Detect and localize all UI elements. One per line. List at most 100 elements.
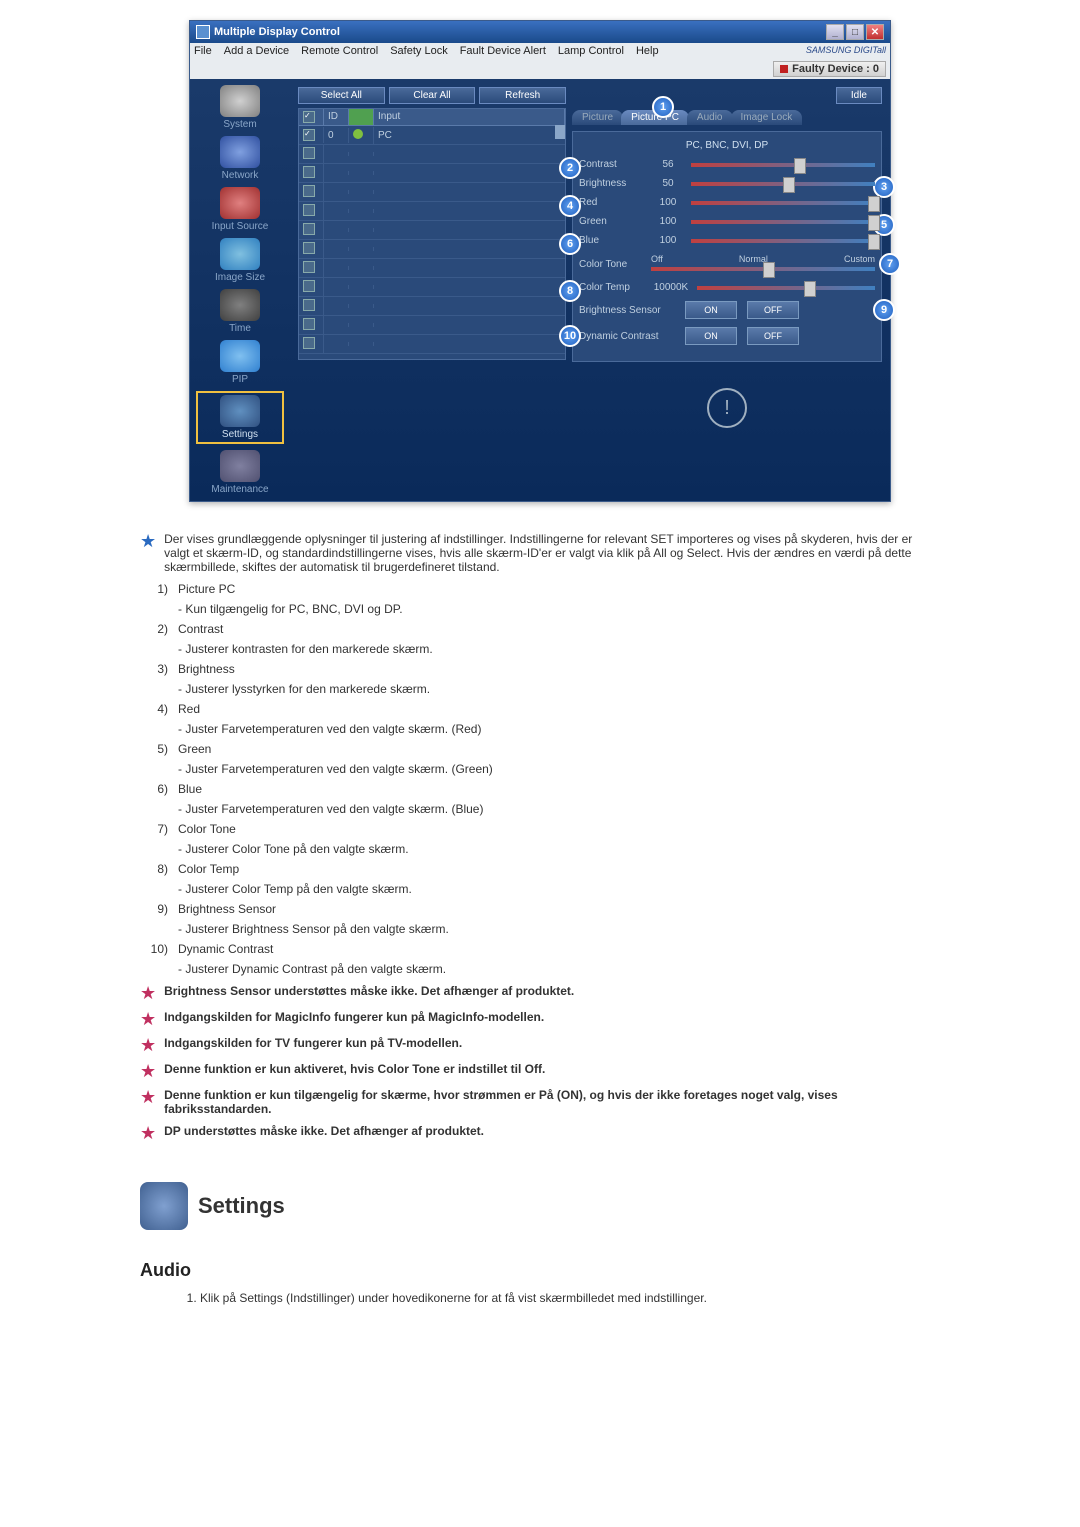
callout-6: 6: [559, 233, 581, 255]
menu-safety-lock[interactable]: Safety Lock: [390, 45, 447, 57]
slider-color-tone[interactable]: [651, 264, 875, 274]
center-panel: Select All Clear All Refresh ID Input: [290, 79, 890, 501]
clear-all-button[interactable]: Clear All: [389, 87, 476, 104]
dynamic-contrast-on-button[interactable]: ON: [685, 327, 737, 345]
row-checkbox[interactable]: [303, 129, 315, 141]
row-checkbox[interactable]: [303, 337, 315, 349]
table-row[interactable]: [299, 202, 565, 221]
star-icon: ★: [140, 1036, 156, 1054]
list-title: Green: [178, 742, 940, 756]
tab-audio[interactable]: Audio: [687, 110, 733, 125]
menu-fault-device-alert[interactable]: Fault Device Alert: [460, 45, 546, 57]
value-blue: 100: [651, 235, 685, 246]
menu-lamp-control[interactable]: Lamp Control: [558, 45, 624, 57]
slider-blue[interactable]: [691, 236, 875, 246]
brightness-sensor-off-button[interactable]: OFF: [747, 301, 799, 319]
sidebar-label: PIP: [232, 374, 248, 385]
minimize-button[interactable]: _: [826, 24, 844, 40]
sidebar-item-system[interactable]: System: [200, 85, 280, 130]
titlebar: Multiple Display Control _ □ ✕: [190, 21, 890, 43]
fault-indicator-icon: [780, 65, 788, 73]
doc-content: ★ Der vises grundlæggende oplysninger til…: [140, 532, 940, 1305]
callout-7: 7: [879, 253, 901, 275]
maximize-button[interactable]: □: [846, 24, 864, 40]
table-row[interactable]: [299, 316, 565, 335]
sidebar-item-pip[interactable]: PIP: [200, 340, 280, 385]
row-checkbox[interactable]: [303, 280, 315, 292]
slider-color-temp[interactable]: [697, 283, 875, 293]
list-title: Red: [178, 702, 940, 716]
list-num: 3): [148, 662, 168, 676]
row-checkbox[interactable]: [303, 166, 315, 178]
select-all-button[interactable]: Select All: [298, 87, 385, 104]
table-row[interactable]: [299, 278, 565, 297]
slider-brightness[interactable]: [691, 179, 875, 189]
dynamic-contrast-off-button[interactable]: OFF: [747, 327, 799, 345]
callout-8: 8: [559, 280, 581, 302]
sidebar-item-settings[interactable]: Settings: [196, 391, 284, 444]
grid-header-status: [349, 109, 374, 125]
row-checkbox[interactable]: [303, 242, 315, 254]
image-size-icon: [220, 238, 260, 270]
list-title: Color Temp: [178, 862, 940, 876]
tab-image-lock[interactable]: Image Lock: [731, 110, 803, 125]
status-bar: Faulty Device : 0: [190, 59, 890, 79]
menu-add-device[interactable]: Add a Device: [224, 45, 289, 57]
value-color-temp: 10000K: [651, 282, 691, 293]
row-checkbox[interactable]: [303, 185, 315, 197]
sidebar-item-network[interactable]: Network: [200, 136, 280, 181]
table-row[interactable]: [299, 164, 565, 183]
intro-text: Der vises grundlæggende oplysninger til …: [164, 532, 940, 574]
menu-file[interactable]: File: [194, 45, 212, 57]
brand-logo: SAMSUNG DIGITall: [806, 45, 886, 57]
device-list-section: Select All Clear All Refresh ID Input: [298, 87, 566, 493]
table-row[interactable]: [299, 240, 565, 259]
list-title: Blue: [178, 782, 940, 796]
table-row[interactable]: [299, 259, 565, 278]
list-desc: - Juster Farvetemperaturen ved den valgt…: [178, 722, 940, 736]
brightness-sensor-on-button[interactable]: ON: [685, 301, 737, 319]
table-row[interactable]: [299, 145, 565, 164]
table-row[interactable]: [299, 335, 565, 354]
row-checkbox[interactable]: [303, 318, 315, 330]
slider-green[interactable]: [691, 217, 875, 227]
row-checkbox[interactable]: [303, 261, 315, 273]
tone-off: Off: [651, 254, 663, 264]
row-checkbox[interactable]: [303, 299, 315, 311]
sidebar-item-input-source[interactable]: Input Source: [200, 187, 280, 232]
tab-picture[interactable]: Picture: [572, 110, 623, 125]
table-row[interactable]: [299, 183, 565, 202]
input-source-icon: [220, 187, 260, 219]
row-checkbox[interactable]: [303, 147, 315, 159]
menu-help[interactable]: Help: [636, 45, 659, 57]
note-text: DP understøttes måske ikke. Det afhænger…: [164, 1124, 484, 1138]
slider-red[interactable]: [691, 198, 875, 208]
table-row[interactable]: [299, 297, 565, 316]
idle-badge: Idle: [836, 87, 882, 104]
settings-section-icon: [140, 1182, 188, 1230]
controls-box: PC, BNC, DVI, DP 2 Contrast 56 3 Brightn…: [572, 131, 882, 362]
sidebar-item-time[interactable]: Time: [200, 289, 280, 334]
list-num: 5): [148, 742, 168, 756]
sidebar-item-maintenance[interactable]: Maintenance: [200, 450, 280, 495]
close-button[interactable]: ✕: [866, 24, 884, 40]
note-text: Indgangskilden for MagicInfo fungerer ku…: [164, 1010, 544, 1024]
label-brightness-sensor: Brightness Sensor: [579, 305, 679, 316]
star-icon: ★: [140, 1124, 156, 1142]
slider-contrast[interactable]: [691, 160, 875, 170]
refresh-button[interactable]: Refresh: [479, 87, 566, 104]
note-text: Brightness Sensor understøttes måske ikk…: [164, 984, 574, 998]
faulty-device-label: Faulty Device : 0: [792, 63, 879, 75]
audio-heading: Audio: [140, 1260, 940, 1281]
menu-remote-control[interactable]: Remote Control: [301, 45, 378, 57]
grid-header-checkbox[interactable]: [299, 109, 324, 125]
sidebar-label: Network: [222, 170, 259, 181]
list-title: Brightness: [178, 662, 940, 676]
row-checkbox[interactable]: [303, 204, 315, 216]
scrollbar[interactable]: [555, 125, 565, 139]
table-row[interactable]: 0 PC: [299, 126, 565, 145]
table-row[interactable]: [299, 221, 565, 240]
sidebar-item-image-size[interactable]: Image Size: [200, 238, 280, 283]
row-checkbox[interactable]: [303, 223, 315, 235]
label-dynamic-contrast: Dynamic Contrast: [579, 331, 679, 342]
